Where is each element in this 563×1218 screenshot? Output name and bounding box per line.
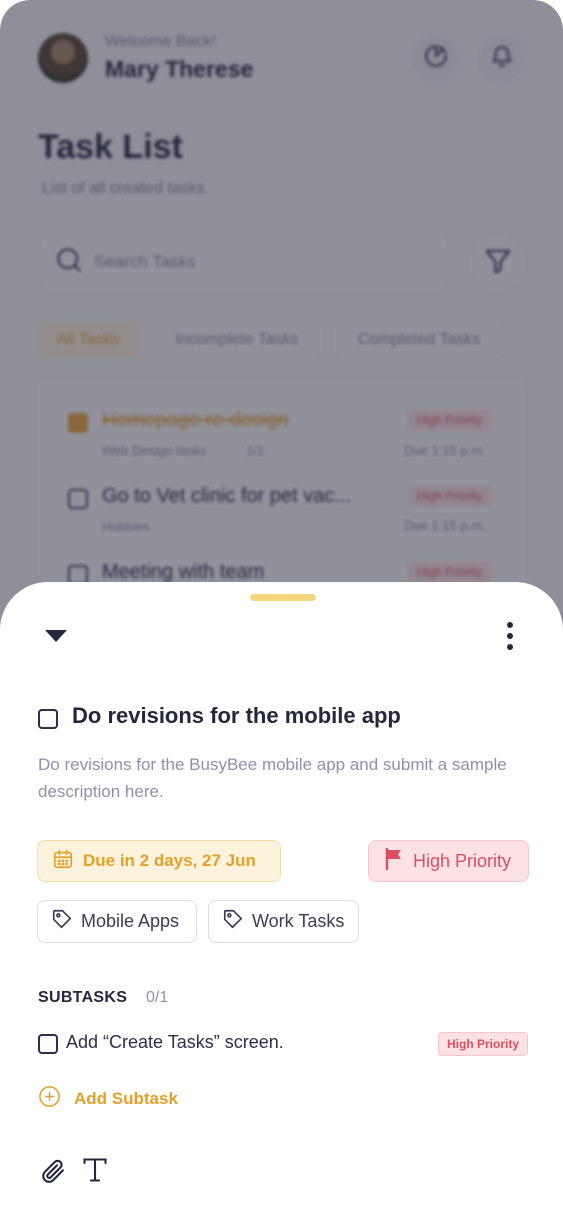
add-subtask-label: Add Subtask — [74, 1089, 178, 1108]
priority-text: High Priority — [413, 850, 512, 871]
task-description[interactable]: Do revisions for the BusyBee mobile app … — [38, 751, 518, 805]
caret-down-icon — [44, 629, 68, 648]
tag-icon — [222, 908, 244, 935]
plus-circle-icon — [38, 1085, 61, 1113]
due-date-chip[interactable]: Due in 2 days, 27 Jun — [37, 840, 281, 882]
tag-chip-mobile-apps[interactable]: Mobile Apps — [37, 900, 197, 943]
tag-label: Mobile Apps — [81, 911, 180, 931]
task-title[interactable]: Do revisions for the mobile app — [72, 703, 401, 729]
tag-chip-work-tasks[interactable]: Work Tasks — [208, 900, 359, 943]
calendar-icon — [52, 848, 74, 875]
more-options-button[interactable] — [496, 620, 524, 656]
attach-button[interactable] — [38, 1158, 68, 1188]
subtask-checkbox[interactable] — [38, 1034, 58, 1054]
add-subtask-button[interactable]: Add Subtask — [38, 1085, 178, 1113]
due-date-text: Due in 2 days, 27 Jun — [83, 851, 256, 870]
subtask-priority-badge: High Priority — [438, 1032, 528, 1056]
priority-chip[interactable]: High Priority — [368, 840, 529, 882]
task-detail-sheet: Do revisions for the mobile app Do revis… — [0, 582, 563, 1218]
tag-label: Work Tasks — [252, 911, 345, 931]
paperclip-icon — [39, 1157, 67, 1190]
text-format-button[interactable] — [80, 1157, 110, 1187]
subtask-title[interactable]: Add “Create Tasks” screen. — [66, 1032, 284, 1053]
collapse-button[interactable] — [40, 626, 72, 650]
more-vertical-icon — [506, 621, 514, 656]
text-format-icon — [81, 1156, 109, 1189]
subtasks-heading: SUBTASKS — [38, 989, 128, 1006]
tag-icon — [51, 908, 73, 935]
drag-handle[interactable] — [250, 594, 316, 601]
subtasks-count: 0/1 — [146, 989, 169, 1006]
flag-icon — [385, 847, 403, 875]
task-complete-checkbox[interactable] — [38, 709, 58, 729]
